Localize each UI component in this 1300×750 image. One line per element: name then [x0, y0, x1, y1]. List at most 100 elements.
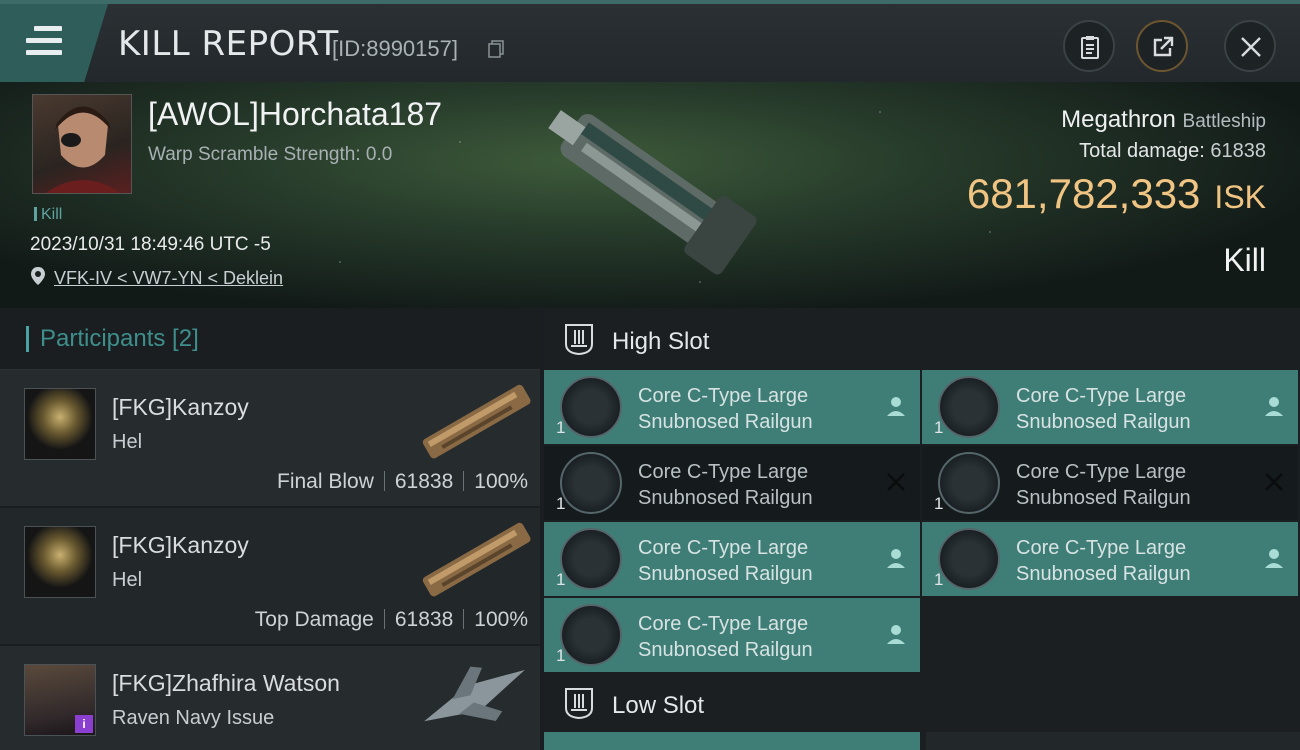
raven-navy-issue-ship-icon [424, 666, 525, 722]
participant-name: [FKG]Kanzoy [112, 394, 249, 420]
participant-stats: Final Blow 61838 100% [277, 470, 528, 494]
railgun-icon [560, 604, 622, 666]
participants-title: Participants [2] [40, 325, 199, 352]
kill-location-link[interactable]: VFK-IV < VW7-YN < Deklein [54, 268, 283, 289]
kill-datetime: 2023/10/31 18:49:46 UTC -5 [30, 234, 271, 255]
participant-role: Final Blow [277, 470, 374, 493]
low-slot-item-partial[interactable] [544, 732, 920, 750]
item-quantity: 1 [556, 494, 566, 513]
hel-ship-icon [422, 522, 531, 597]
dropped-person-icon [887, 549, 905, 568]
participant-name: [FKG]Kanzoy [112, 532, 249, 558]
fitted-item[interactable]: 1 Core C-Type Large Snubnosed Railgun [922, 370, 1298, 444]
participant-ship: Hel [112, 431, 143, 453]
item-quantity: 1 [934, 418, 944, 437]
low-slot-icon [565, 688, 593, 720]
dropped-person-icon [1265, 397, 1283, 416]
isk-value: 681,782,333 ISK [967, 170, 1266, 218]
hamburger-menu-icon[interactable] [26, 26, 62, 56]
participant-ship: Hel [112, 569, 143, 591]
victim-name[interactable]: [AWOL]Horchata187 [148, 96, 442, 133]
ship-class: Battleship [1182, 111, 1266, 132]
participants-panel: Participants [2] [FKG]Kanzoy Hel Final B… [0, 308, 540, 750]
total-damage-label: Total damage: [1079, 140, 1205, 162]
participant-row[interactable]: [FKG]Kanzoy Hel Final Blow 61838 100% [0, 370, 540, 508]
page-title: KILL REPORT [118, 24, 339, 64]
report-id: [ID:8990157] [332, 36, 458, 61]
fitted-item[interactable]: 1 Core C-Type Large Snubnosed Railgun [544, 598, 920, 672]
item-name: Core C-Type Large Snubnosed Railgun [1016, 537, 1191, 585]
location-pin-icon [31, 267, 45, 285]
ship-name: Megathron [1061, 106, 1176, 133]
participant-percent: 100% [474, 608, 528, 631]
clipboard-icon [1081, 36, 1099, 59]
isk-amount: 681,782,333 [966, 170, 1201, 217]
item-name: Core C-Type Large Snubnosed Railgun [1016, 461, 1191, 509]
participant-name: [FKG]Zhafhira Watson [112, 670, 340, 696]
railgun-icon [938, 452, 1000, 514]
high-slot-title: High Slot [612, 328, 710, 355]
menu-tab[interactable] [0, 4, 108, 82]
share-icon [1153, 36, 1174, 57]
participant-avatar[interactable] [24, 526, 96, 598]
railgun-icon [560, 452, 622, 514]
item-quantity: 1 [556, 570, 566, 589]
close-icon [1241, 37, 1261, 57]
railgun-icon [938, 528, 1000, 590]
participant-percent: 100% [474, 470, 528, 493]
dropped-person-icon [887, 625, 905, 644]
item-quantity: 1 [934, 570, 944, 589]
dropped-person-icon [1265, 549, 1283, 568]
railgun-icon [560, 528, 622, 590]
copy-icon[interactable] [488, 40, 504, 58]
participants-header: Participants [2] [0, 308, 540, 370]
item-name: Core C-Type Large Snubnosed Railgun [638, 461, 813, 509]
participant-ship: Raven Navy Issue [112, 707, 275, 729]
close-button[interactable] [1224, 20, 1276, 72]
fitted-item[interactable]: 1 Core C-Type Large Snubnosed Railgun [922, 522, 1298, 596]
dropped-person-icon [887, 397, 905, 416]
fitted-item[interactable]: 1 Core C-Type Large Snubnosed Railgun [544, 522, 920, 596]
participant-avatar[interactable]: i [24, 664, 96, 736]
participant-row[interactable]: [FKG]Kanzoy Hel Top Damage 61838 100% [0, 508, 540, 646]
total-damage-value: 61838 [1210, 140, 1266, 162]
share-button[interactable] [1136, 20, 1188, 72]
fitted-item[interactable]: 1 Core C-Type Large Snubnosed Railgun [922, 446, 1298, 520]
fitted-item[interactable]: 1 Core C-Type Large Snubnosed Railgun [544, 370, 920, 444]
railgun-icon [560, 376, 622, 438]
header-bar: KILL REPORT [ID:8990157] [0, 0, 1300, 82]
megathron-ship-icon [548, 110, 757, 275]
victim-banner: [AWOL]Horchata187 Warp Scramble Strength… [0, 82, 1300, 308]
item-quantity: 1 [556, 418, 566, 437]
high-slot-icon [565, 324, 593, 356]
low-slot-header: Low Slot [544, 672, 1300, 734]
victim-ship-name[interactable]: Megathron Battleship [1061, 106, 1266, 134]
info-badge-icon[interactable]: i [75, 715, 93, 733]
item-quantity: 1 [934, 494, 944, 513]
destroyed-x-icon [1265, 473, 1283, 491]
low-slot-title: Low Slot [612, 692, 705, 719]
participant-role: Top Damage [254, 608, 374, 631]
clipboard-button[interactable] [1063, 20, 1115, 72]
high-slot-header: High Slot [544, 308, 1300, 370]
participant-stats: Top Damage 61838 100% [255, 608, 528, 632]
item-name: Core C-Type Large Snubnosed Railgun [638, 537, 813, 585]
warp-scramble-strength: Warp Scramble Strength: 0.0 [148, 144, 393, 165]
item-quantity: 1 [556, 646, 566, 665]
participant-row[interactable]: i [FKG]Zhafhira Watson Raven Navy Issue [0, 646, 540, 750]
participant-damage: 61838 [394, 608, 454, 631]
item-name: Core C-Type Large Snubnosed Railgun [638, 613, 813, 661]
item-name: Core C-Type Large Snubnosed Railgun [1016, 385, 1191, 433]
kill-type: Kill [1223, 242, 1266, 278]
fitted-item[interactable]: 1 Core C-Type Large Snubnosed Railgun [544, 446, 920, 520]
victim-portrait[interactable] [32, 94, 132, 194]
pilot-portrait-icon [45, 106, 121, 193]
kill-tag: Kill [34, 206, 62, 224]
total-damage: Total damage: 61838 [1079, 140, 1266, 163]
hel-ship-icon [422, 384, 531, 459]
item-name: Core C-Type Large Snubnosed Railgun [638, 385, 813, 433]
participant-avatar[interactable] [24, 388, 96, 460]
participant-damage: 61838 [394, 470, 454, 493]
low-slot-item-partial[interactable] [926, 732, 1300, 750]
destroyed-x-icon [887, 473, 905, 491]
